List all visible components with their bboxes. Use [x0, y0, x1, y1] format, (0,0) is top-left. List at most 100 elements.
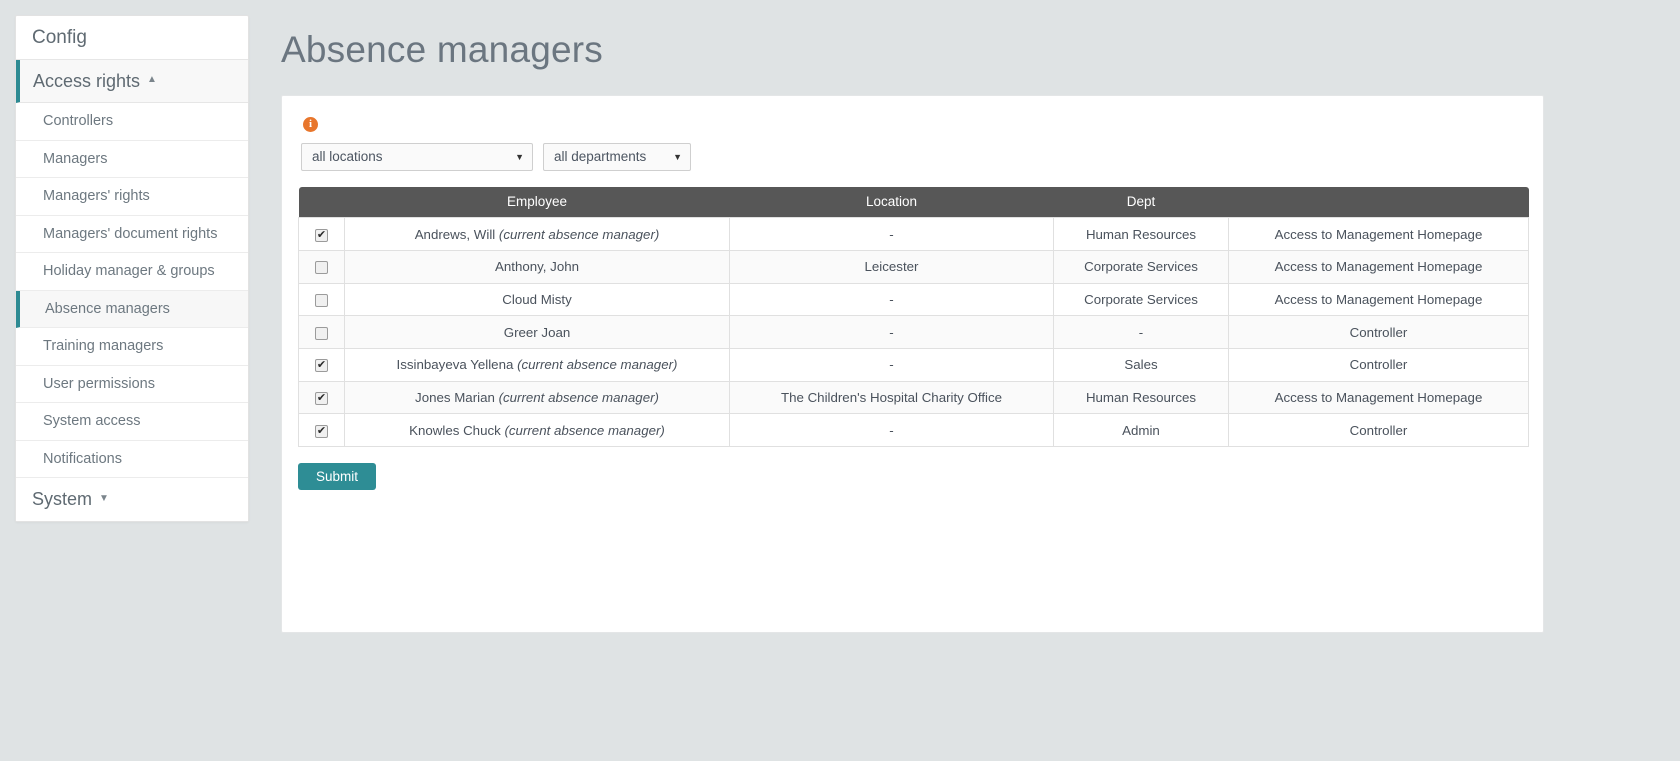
employee-name: Cloud Misty	[502, 291, 572, 307]
row-select-cell[interactable]	[298, 413, 345, 447]
cell-rights: Access to Management Homepage	[1228, 217, 1529, 251]
column-header-select	[298, 186, 345, 218]
absence-managers-table: Employee Location Dept Andrews, Will (cu…	[298, 186, 1529, 447]
cell-rights: Controller	[1228, 347, 1529, 382]
cell-location: -	[729, 413, 1054, 447]
column-header-location: Location	[729, 186, 1054, 218]
column-header-rights	[1228, 186, 1529, 218]
row-select-cell[interactable]	[298, 380, 345, 415]
location-filter-select[interactable]: all locations ▼	[301, 142, 533, 171]
sidebar-item-managers-document-rights[interactable]: Managers' document rights	[16, 215, 248, 253]
sidebar-group-access-rights[interactable]: Access rights ▲	[16, 60, 248, 103]
sidebar-item-label: Absence managers	[45, 300, 170, 317]
row-checkbox[interactable]	[315, 357, 328, 373]
cell-rights: Controller	[1228, 315, 1529, 349]
sidebar-item-label: Managers' rights	[43, 188, 150, 205]
department-filter-select[interactable]: all departments ▼	[543, 142, 691, 171]
sidebar-item-notifications[interactable]: Notifications	[16, 440, 248, 478]
cell-rights: Controller	[1228, 413, 1529, 447]
employee-name: Knowles Chuck	[409, 422, 505, 438]
row-checkbox[interactable]	[315, 326, 328, 340]
sidebar-item-label: Managers	[43, 150, 108, 167]
row-select-cell[interactable]	[298, 315, 345, 349]
row-select-cell[interactable]	[298, 347, 345, 382]
cell-employee: Cloud Misty	[344, 282, 730, 317]
cell-dept: Corporate Services	[1053, 282, 1229, 317]
sidebar-item-training-managers[interactable]: Training managers	[16, 328, 248, 366]
row-select-cell[interactable]	[298, 249, 345, 284]
employee-name: Issinbayeva Yellena	[396, 357, 518, 373]
table-row: Andrews, Will (current absence manager)-…	[298, 217, 1529, 251]
sidebar-item-label: Holiday manager & groups	[43, 263, 215, 280]
employee-note: (current absence manager)	[498, 389, 659, 405]
employee-note: (current absence manager)	[504, 422, 665, 438]
sidebar-item-label: Managers' document rights	[43, 225, 218, 242]
table-header-row: Employee Location Dept	[298, 186, 1529, 218]
row-checkbox[interactable]	[315, 390, 328, 406]
chevron-up-icon: ▲	[147, 74, 157, 85]
cell-dept: Human Resources	[1053, 380, 1229, 415]
sidebar-item-label: System access	[43, 413, 141, 430]
cell-rights: Access to Management Homepage	[1228, 249, 1529, 284]
sidebar-item-label: Training managers	[43, 338, 164, 355]
chevron-down-icon: ▼	[673, 151, 682, 162]
page-title: Absence managers	[281, 29, 603, 70]
employee-name: Jones Marian	[415, 389, 499, 405]
sidebar-group-label: System	[32, 489, 93, 509]
sidebar-item-label: Controllers	[43, 113, 114, 130]
cell-employee: Greer Joan	[344, 315, 730, 349]
employee-name: Greer Joan	[503, 324, 571, 340]
app-root: Config Access rights ▲ Controllers Manag…	[0, 0, 1680, 761]
sidebar-item-system-access[interactable]: System access	[16, 403, 248, 441]
employee-name: Anthony, John	[494, 259, 580, 275]
table-row: Cloud Misty - Corporate Services Access to …	[298, 282, 1529, 317]
cell-employee: Knowles Chuck (current absence manager)	[344, 413, 730, 447]
row-checkbox[interactable]	[315, 227, 328, 243]
sidebar: Config Access rights ▲ Controllers Manag…	[15, 15, 249, 522]
sidebar-item-holiday-manager-groups[interactable]: Holiday manager & groups	[16, 253, 248, 291]
cell-location: -	[729, 282, 1054, 317]
table-header: Employee Location Dept	[298, 186, 1529, 218]
main-content: Absence managers i all locations ▼ all d…	[281, 0, 1680, 761]
sidebar-item-label: Notifications	[43, 450, 122, 467]
sidebar-item-label: User permissions	[43, 375, 155, 392]
table-row: Anthony, John Leicester Corporate Services…	[298, 249, 1529, 284]
cell-location: Leicester	[729, 249, 1054, 284]
filter-bar: all locations ▼ all departments ▼	[301, 142, 1528, 171]
row-checkbox[interactable]	[315, 423, 328, 439]
column-header-employee: Employee	[344, 186, 730, 218]
sidebar-item-controllers[interactable]: Controllers	[16, 103, 248, 141]
sidebar-group-system[interactable]: System ▼	[16, 478, 248, 521]
sidebar-item-managers-rights[interactable]: Managers' rights	[16, 178, 248, 216]
table-body: Andrews, Will (current absence manager) -…	[298, 217, 1529, 447]
sidebar-item-managers[interactable]: Managers	[16, 140, 248, 178]
table-row: Issinbayeva Yellena (current absence man…	[298, 347, 1529, 382]
employee-note: (current absence manager)	[517, 357, 678, 373]
row-checkbox[interactable]	[315, 261, 328, 275]
cell-dept: Sales	[1053, 347, 1229, 382]
cell-rights: Access to Management Homepage	[1228, 380, 1529, 415]
cell-rights: Access to Management Homepage	[1228, 282, 1529, 317]
content-panel: i all locations ▼ all departments ▼ Empl…	[281, 94, 1544, 633]
cell-dept: Corporate Services	[1053, 249, 1229, 284]
cell-location: -	[729, 347, 1054, 382]
row-select-cell[interactable]	[298, 217, 345, 251]
cell-employee: Andrews, Will (current absence manager)	[344, 217, 730, 251]
cell-employee: Issinbayeva Yellena (current absence man…	[344, 347, 730, 382]
submit-button[interactable]: Submit	[298, 463, 377, 490]
table-row: Knowles Chuck (current absence manager)-…	[298, 413, 1529, 447]
row-checkbox[interactable]	[315, 293, 328, 307]
chevron-down-icon: ▼	[99, 492, 109, 504]
sidebar-item-absence-managers[interactable]: Absence managers	[16, 290, 248, 328]
info-icon[interactable]: i	[303, 116, 318, 132]
location-filter-value: all locations	[312, 149, 383, 165]
sidebar-item-user-permissions[interactable]: User permissions	[16, 365, 248, 403]
cell-location: The Children's Hospital Charity Office	[729, 380, 1054, 415]
table-row: Jones Marian (current absence manager) Th…	[298, 380, 1529, 415]
cell-dept: Human Resources	[1053, 217, 1229, 251]
sidebar-header: Config	[16, 16, 248, 60]
employee-name: Andrews, Will	[414, 226, 499, 242]
row-select-cell[interactable]	[298, 282, 345, 317]
column-header-dept: Dept	[1053, 186, 1229, 218]
cell-employee: Anthony, John	[344, 249, 730, 284]
